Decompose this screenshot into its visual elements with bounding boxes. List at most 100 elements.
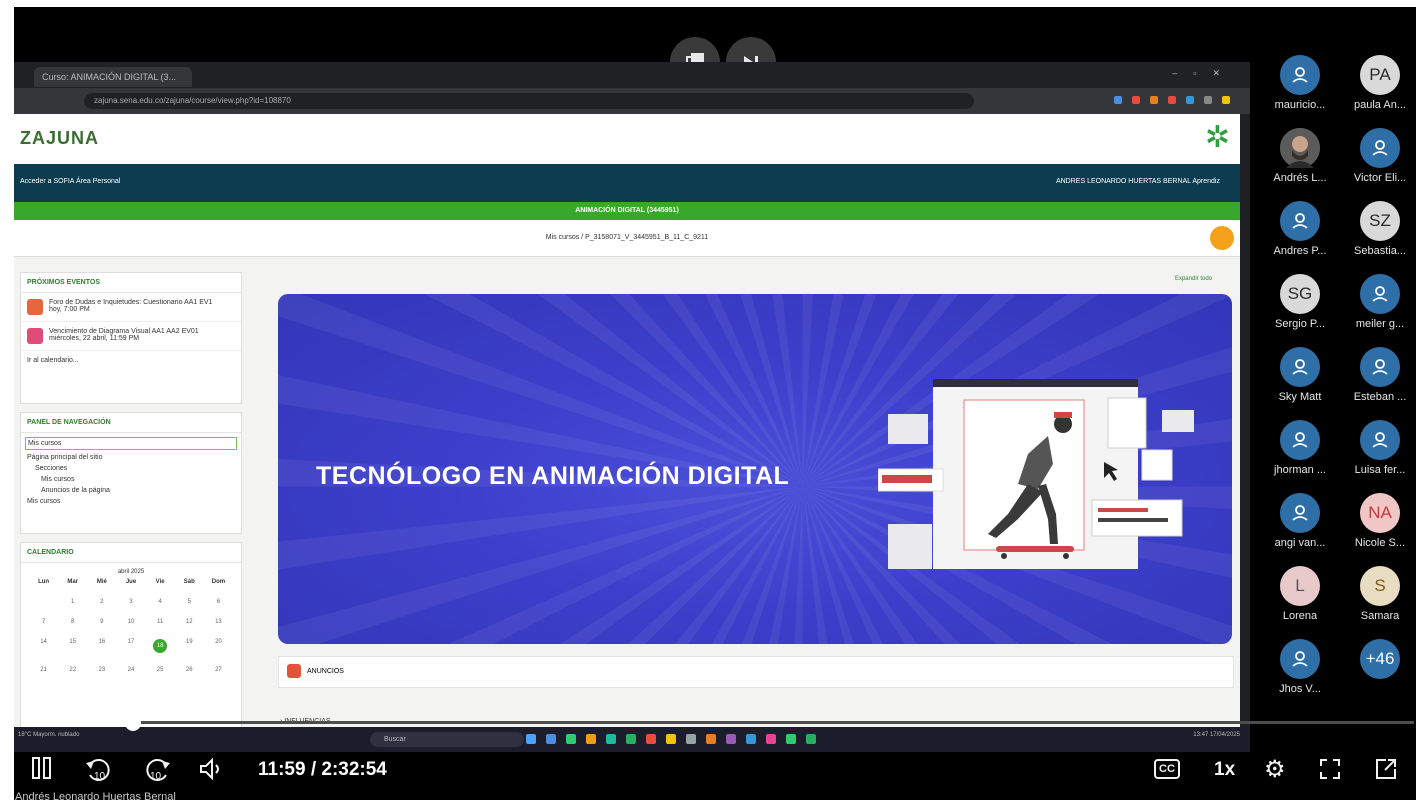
participant-tile[interactable]: Victor Eli... [1340,128,1416,184]
participant-tile[interactable]: Sky Matt [1260,347,1340,403]
participant-tile[interactable]: SG Sergio P... [1260,274,1340,330]
calendar-day[interactable]: 26 [175,667,204,673]
captions-button[interactable]: CC [1154,759,1180,779]
taskbar-apps[interactable] [526,734,816,744]
taskbar-clock: 13:47 17/04/2025 [1193,732,1240,738]
participant-tile[interactable]: PA paula An... [1340,55,1416,111]
zajuna-logo[interactable]: ZAJUNA [20,128,99,149]
rewind-10-button[interactable]: 10 [84,755,114,788]
participant-tile[interactable]: Andres P... [1260,201,1340,257]
browser-tab[interactable]: Curso: ANIMACIÓN DIGITAL (3... [34,67,192,87]
window-controls[interactable]: –▫✕ [1172,68,1236,79]
participant-tile[interactable]: angi van... [1260,493,1340,549]
open-external-button[interactable] [1374,757,1398,786]
breadcrumb-text[interactable]: Mis cursos / P_3158071_V_3445951_B_11_C_… [546,234,708,241]
participant-tile[interactable]: +46 [1340,639,1416,683]
pause-button[interactable] [30,755,54,786]
accessibility-badge-icon[interactable] [1210,226,1234,250]
seek-bar-fill [26,721,133,724]
calendar-day[interactable]: 21 [29,667,58,673]
announcements-row[interactable]: ANUNCIOS [278,656,1234,688]
calendar-day[interactable]: 10 [116,619,145,625]
event-item[interactable]: Vencimiento de Diagrama Visual AA1 AA2 E… [21,322,241,351]
calendar-day[interactable]: 22 [58,667,87,673]
calendar-day[interactable]: 1 [58,599,87,605]
extension-icons[interactable] [1114,96,1230,104]
volume-button[interactable] [198,757,228,786]
nav-item-courses[interactable]: Mis cursos [21,474,241,485]
avatar: NA [1360,493,1400,533]
participant-name: Jhos V... [1279,683,1321,695]
calendar-day[interactable]: 7 [29,619,58,625]
forward-10-button[interactable]: 10 [142,755,172,788]
nav-item-sections[interactable]: Secciones [21,463,241,474]
participant-tile[interactable]: mauricio... [1260,55,1340,111]
participant-name: jhorman ... [1274,464,1326,476]
calendar-day[interactable]: 14 [29,639,58,653]
breadcrumb: Mis cursos / P_3158071_V_3445951_B_11_C_… [14,220,1240,257]
address-bar[interactable]: zajuna.sena.edu.co/zajuna/course/view.ph… [84,93,974,109]
calendar-day[interactable]: 19 [175,639,204,653]
taskbar-search[interactable]: Buscar [370,732,524,747]
settings-button[interactable]: ⚙ [1264,755,1286,784]
calendar-day[interactable]: 15 [58,639,87,653]
participant-tile[interactable]: jhorman ... [1260,420,1340,476]
nav-links[interactable]: Acceder a SOFIA Área Personal [20,178,120,185]
participant-tile[interactable]: meiler g... [1340,274,1416,330]
participant-name: Lorena [1282,610,1318,622]
calendar-day[interactable]: 11 [146,619,175,625]
nav-item-my-courses[interactable]: Mis cursos [25,437,237,450]
user-avatar-icon [1360,420,1400,460]
event-item[interactable]: Foro de Dudas e Inquietudes: Cuestionari… [21,293,241,322]
participant-name: Esteban ... [1353,391,1407,403]
calendar-day[interactable]: 9 [87,619,116,625]
nav-item-home[interactable]: Página principal del sitio [21,452,241,463]
video-player[interactable]: Curso: ANIMACIÓN DIGITAL (3... –▫✕ zajun… [14,7,1416,800]
calendar-day[interactable]: 20 [204,639,233,653]
calendar-today[interactable]: 18 [153,639,168,653]
user-avatar-icon [1280,347,1320,387]
calendar-weekday: Mar [67,579,79,585]
fullscreen-button[interactable] [1318,757,1342,786]
calendar-day[interactable]: 2 [87,599,116,605]
external-link-icon [1376,759,1396,779]
participant-tile[interactable]: Jhos V... [1260,639,1340,695]
weather-widget[interactable]: 18°C Mayorm. nublado [18,731,79,739]
playback-speed-button[interactable]: 1x [1214,759,1235,781]
calendar-day[interactable]: 5 [175,599,204,605]
browser-toolbar: zajuna.sena.edu.co/zajuna/course/view.ph… [14,88,1250,114]
user-menu[interactable]: ANDRES LEONARDO HUERTAS BERNAL Aprendiz [1056,178,1220,185]
user-avatar-icon [1280,201,1320,241]
participant-tile[interactable]: Luisa fer... [1340,420,1416,476]
participant-name: Sky Matt [1278,391,1322,403]
calendar-day[interactable]: 24 [116,667,145,673]
participant-name: meiler g... [1355,318,1405,330]
calendar-day[interactable]: 13 [204,619,233,625]
participant-tile[interactable]: L Lorena [1260,566,1340,622]
calendar-link[interactable]: Ir al calendario... [21,351,241,370]
calendar-day[interactable]: 16 [87,639,116,653]
zajuna-page: ZAJUNA ✲ Acceder a SOFIA Área Personal A… [14,114,1240,752]
calendar-day[interactable]: 4 [146,599,175,605]
participant-tile[interactable]: S Samara [1340,566,1416,622]
calendar-day[interactable]: 12 [175,619,204,625]
user-photo [1280,128,1320,168]
avatar: SZ [1360,201,1400,241]
calendar-day[interactable]: 17 [116,639,145,653]
seek-handle[interactable] [124,715,141,731]
nav-item-my-courses-2[interactable]: Mis cursos [21,496,241,507]
participant-tile[interactable]: NA Nicole S... [1340,493,1416,549]
calendar-day[interactable]: 8 [58,619,87,625]
expand-all-link[interactable]: Expandir todo [1175,276,1212,282]
calendar-day[interactable]: 23 [87,667,116,673]
participant-tile[interactable]: Esteban ... [1340,347,1416,403]
seek-bar[interactable] [26,715,1414,731]
calendar-day[interactable]: 3 [116,599,145,605]
calendar-day[interactable]: 6 [204,599,233,605]
participant-tile[interactable]: Andrés L... [1260,128,1340,184]
participant-tile[interactable]: SZ Sebastia... [1340,201,1416,257]
calendar-day[interactable]: 27 [204,667,233,673]
calendar-day[interactable]: 25 [146,667,175,673]
nav-item-announcements[interactable]: Anuncios de la página [21,485,241,496]
participant-name: angi van... [1274,537,1326,549]
